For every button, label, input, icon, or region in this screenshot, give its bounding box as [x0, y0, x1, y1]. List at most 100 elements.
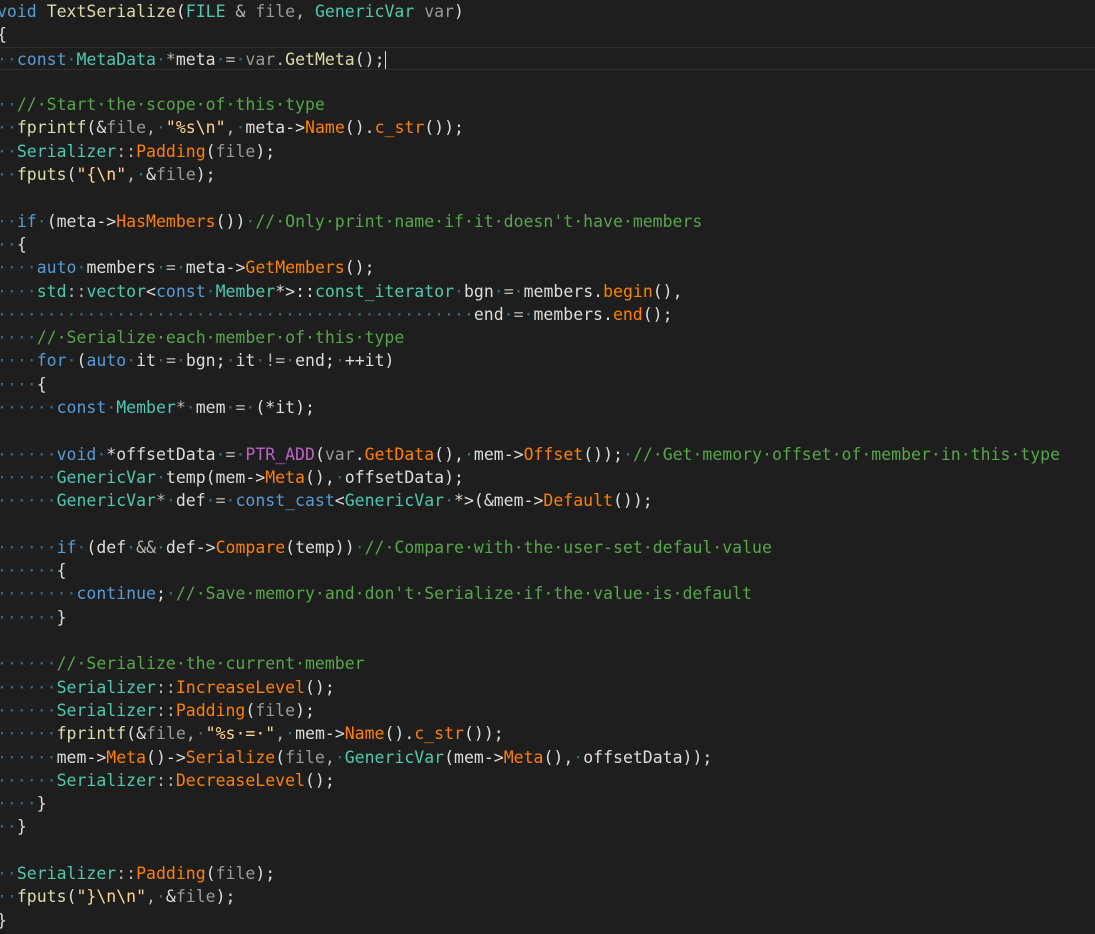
- code-token: mem: [195, 398, 226, 418]
- code-line[interactable]: }: [0, 909, 1095, 932]
- code-token: Padding: [136, 141, 206, 161]
- code-line[interactable]: ······if·(def·&&·def->Compare(temp))·//·…: [0, 536, 1095, 559]
- code-line[interactable]: ······Serializer::DecreaseLevel();: [0, 769, 1095, 792]
- code-line[interactable]: ······mem->Meta()->Serialize(file,·Gener…: [0, 746, 1095, 769]
- whitespace-marker: ·: [444, 491, 455, 511]
- code-line[interactable]: ​: [0, 70, 1095, 93]
- code-editor[interactable]: void TextSerialize(FILE & file, GenericV…: [0, 0, 1095, 934]
- code-token: Name: [305, 118, 345, 138]
- whitespace-marker: ·: [622, 444, 633, 464]
- code-line[interactable]: ··if·(meta->HasMembers())·//·Only·print·…: [0, 210, 1095, 233]
- code-line[interactable]: ​: [0, 186, 1095, 209]
- code-line[interactable]: ········continue;·//·Save·memory·and·don…: [0, 582, 1095, 605]
- whitespace-marker: ·: [334, 747, 345, 767]
- code-line[interactable]: ​: [0, 839, 1095, 862]
- code-token: file: [215, 141, 256, 161]
- code-line[interactable]: ··fputs("{\n",·&file);: [0, 163, 1095, 186]
- whitespace-marker: ······: [0, 444, 57, 464]
- text-cursor: [384, 51, 386, 70]
- code-token: const_iterator: [314, 281, 455, 301]
- code-line[interactable]: ​: [0, 513, 1095, 536]
- code-line[interactable]: ······Serializer::Padding(file);: [0, 699, 1095, 722]
- code-line[interactable]: ····auto·members·=·meta->GetMembers();: [0, 256, 1095, 279]
- whitespace-marker: ·: [106, 398, 117, 418]
- code-line[interactable]: ··{: [0, 233, 1095, 256]
- code-token: offsetData));: [583, 747, 713, 767]
- code-line[interactable]: ··fputs("}\n\n",·&file);: [0, 885, 1095, 908]
- code-line[interactable]: ······}: [0, 606, 1095, 629]
- code-token: {: [0, 25, 7, 44]
- code-token: (: [314, 444, 325, 464]
- whitespace-marker: ··: [0, 49, 17, 69]
- code-line[interactable]: ··fprintf(&file,·"%s\n",·meta->Name().c_…: [0, 116, 1095, 139]
- whitespace-marker: ·: [36, 211, 47, 231]
- code-token: (mem->: [444, 747, 504, 767]
- code-token: "}\n\n": [76, 887, 147, 907]
- code-line[interactable]: ······GenericVar·temp(mem->Meta(),·offse…: [0, 466, 1095, 489]
- code-token: (def: [86, 537, 127, 557]
- whitespace-marker: ·: [225, 491, 236, 511]
- code-token: ,: [225, 118, 236, 138]
- code-token: GetMeta: [285, 49, 355, 69]
- code-line[interactable]: ······const·Member*·mem·=·(*it);: [0, 396, 1095, 419]
- whitespace-marker: ·: [165, 584, 176, 604]
- code-line[interactable]: ······fprintf(&file,·"%s·=·",·mem->Name(…: [0, 722, 1095, 745]
- whitespace-marker: ··: [0, 165, 17, 185]
- code-line[interactable]: ····{: [0, 373, 1095, 396]
- whitespace-marker: ·: [155, 887, 166, 907]
- code-line[interactable]: {: [0, 23, 1095, 46]
- whitespace-marker: ·: [285, 724, 296, 744]
- whitespace-marker: ··: [0, 887, 17, 907]
- code-line[interactable]: ··Serializer::Padding(file);: [0, 140, 1095, 163]
- code-token: members: [86, 258, 156, 278]
- code-token: Meta: [106, 747, 147, 767]
- code-line[interactable]: ··}: [0, 815, 1095, 838]
- code-area[interactable]: void TextSerialize(FILE & file, GenericV…: [0, 0, 1095, 932]
- code-token: MetaData: [76, 49, 156, 69]
- code-token: if: [16, 211, 37, 231]
- code-line[interactable]: ····//·Serialize·each·member·of·this·typ…: [0, 326, 1095, 349]
- code-line[interactable]: ​: [0, 419, 1095, 442]
- code-token: ::: [116, 863, 137, 883]
- code-token: ,: [295, 2, 306, 21]
- code-token: bgn;: [185, 351, 226, 371]
- code-token: ): [454, 2, 464, 21]
- code-line[interactable]: ····}: [0, 792, 1095, 815]
- code-line[interactable]: ​: [0, 629, 1095, 652]
- code-line[interactable]: ······//·Serialize·the·current·member: [0, 652, 1095, 675]
- code-token: (: [66, 887, 77, 907]
- code-line[interactable]: ······void·*offsetData·=·PTR_ADD(var.Get…: [0, 443, 1095, 466]
- code-token: =: [225, 49, 236, 69]
- code-line[interactable]: ··const·MetaData·*meta·=·var.GetMeta();: [0, 46, 1095, 70]
- code-token: <: [334, 491, 345, 511]
- whitespace-marker: ·: [513, 281, 524, 301]
- whitespace-marker: ······: [0, 724, 57, 744]
- whitespace-marker: ·: [126, 351, 137, 371]
- code-token: =: [165, 351, 176, 371]
- whitespace-marker: ····: [0, 374, 37, 394]
- code-token: &: [146, 165, 156, 185]
- code-line[interactable]: ··Serializer::Padding(file);: [0, 862, 1095, 885]
- code-line[interactable]: ··//·Start·the·scope·of·this·type: [0, 93, 1095, 116]
- whitespace-marker: ····: [0, 281, 37, 301]
- code-token: <: [146, 281, 156, 301]
- code-token: ());: [424, 118, 464, 138]
- code-token: (),: [543, 747, 574, 767]
- code-line[interactable]: ········································…: [0, 303, 1095, 326]
- code-line[interactable]: ····std::vector<const·Member*>::const_it…: [0, 280, 1095, 303]
- code-token: (),: [434, 444, 464, 464]
- code-token: GetMembers: [245, 258, 345, 278]
- code-line[interactable]: ····for·(auto·it·=·bgn;·it·!=·end;·++it): [0, 349, 1095, 372]
- code-token: Serialize: [185, 747, 276, 767]
- code-token: ::: [116, 141, 137, 161]
- code-line[interactable]: void TextSerialize(FILE & file, GenericV…: [0, 0, 1095, 23]
- code-line[interactable]: ······Serializer::IncreaseLevel();: [0, 676, 1095, 699]
- whitespace-marker: ·: [155, 537, 166, 557]
- code-token: temp(mem->: [165, 467, 266, 487]
- code-line[interactable]: ······{: [0, 559, 1095, 582]
- code-token: ,: [324, 747, 335, 767]
- code-token: }: [0, 911, 7, 930]
- code-token: members.: [523, 281, 604, 301]
- code-line[interactable]: ······GenericVar*·def·=·const_cast<Gener…: [0, 489, 1095, 512]
- code-token: ().: [384, 724, 415, 744]
